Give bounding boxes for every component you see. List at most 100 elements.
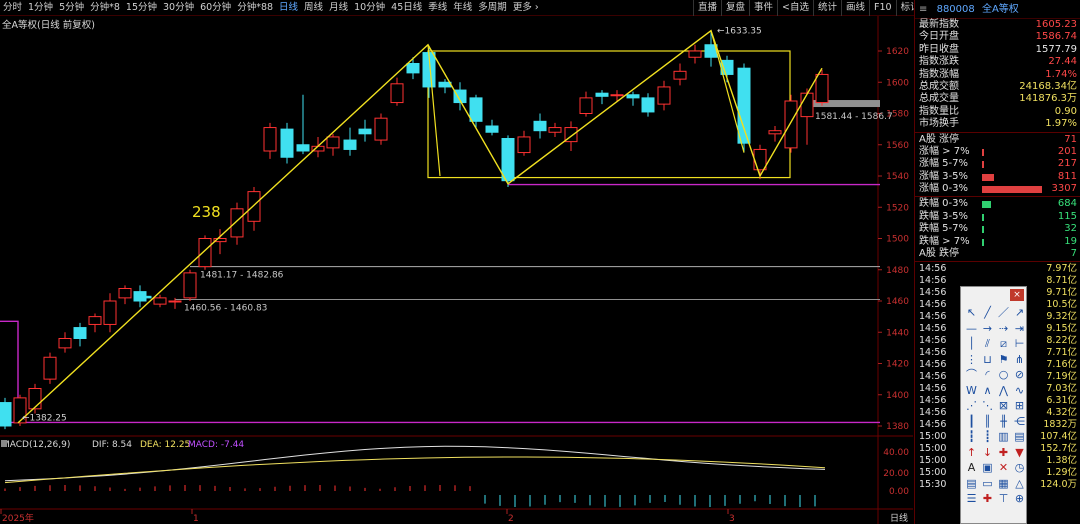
x-axis-label: 3 xyxy=(729,514,735,524)
candle-body xyxy=(43,356,57,380)
period-tab[interactable]: 60分钟 xyxy=(197,0,234,16)
period-tab[interactable]: 45日线 xyxy=(388,0,425,16)
grid-icon[interactable]: ⊞ xyxy=(1012,398,1027,413)
gann-icon[interactable]: ⋱ xyxy=(980,398,995,413)
fib-time-icon[interactable]: ╫ xyxy=(996,414,1011,429)
bars4-icon[interactable]: ▤ xyxy=(1012,429,1027,444)
note-icon[interactable]: ▤ xyxy=(964,476,979,491)
plus-icon[interactable]: ✚ xyxy=(980,491,995,506)
line-segment-icon[interactable]: ╱ xyxy=(980,305,995,320)
quote-value: 0.90 xyxy=(1054,105,1077,117)
kline-chart[interactable]: 1620160015801560154015201500148014601440… xyxy=(0,16,913,524)
period-tab[interactable]: 日线 xyxy=(276,0,301,16)
up-mark-icon[interactable]: ✚ xyxy=(996,445,1011,460)
period-tab[interactable]: 30分钟 xyxy=(160,0,197,16)
fib-icon[interactable]: ⋮ xyxy=(964,352,979,367)
wave4-icon[interactable]: ∿ xyxy=(1012,383,1027,398)
quote-row: 总成交额 24168.34亿 xyxy=(915,81,1080,93)
save-icon[interactable]: ▦ xyxy=(996,476,1011,491)
toolbar-button[interactable]: <自选 xyxy=(777,0,813,16)
delete-icon[interactable]: ✕ xyxy=(996,460,1011,475)
candle-body xyxy=(610,94,624,97)
toolbar-button[interactable]: 事件 xyxy=(749,0,777,16)
period-tab[interactable]: 分钟*8 xyxy=(87,0,123,16)
ruler-icon[interactable]: ⊤ xyxy=(996,491,1011,506)
hray-icon[interactable]: → xyxy=(980,321,995,336)
y-tick-label: 1520 xyxy=(886,203,909,213)
tick-amount: 152.7亿 xyxy=(1040,443,1077,455)
period-tab[interactable]: 5分钟 xyxy=(56,0,87,16)
speed-icon[interactable]: ⋲ xyxy=(1012,414,1027,429)
box-text-icon[interactable]: ▣ xyxy=(980,460,995,475)
quote-row: 今日开盘 1586.74 xyxy=(915,31,1080,43)
x-axis-label: 2025年 xyxy=(2,512,34,524)
menu-icon[interactable]: ≡ xyxy=(919,4,927,15)
period-tab[interactable]: 季线 xyxy=(425,0,450,16)
fan-icon[interactable]: ⋰ xyxy=(964,398,979,413)
spiral-icon[interactable]: ◜ xyxy=(980,367,995,382)
price-label-icon[interactable]: ◷ xyxy=(1012,460,1027,475)
bars-icon[interactable]: ┇ xyxy=(964,429,979,444)
flag-icon[interactable]: ⚑ xyxy=(996,352,1011,367)
breadth-label: 涨幅 > 7% xyxy=(919,145,970,157)
ellipse-icon[interactable]: ⊘ xyxy=(1012,367,1027,382)
down-mark-icon[interactable]: ▼ xyxy=(1012,445,1027,460)
macd-tick-label: 20.00 xyxy=(883,469,909,479)
vline-icon[interactable]: │ xyxy=(964,336,979,351)
gann-box-icon[interactable]: ⊠ xyxy=(996,398,1011,413)
price-line-icon[interactable]: ⊢ xyxy=(1012,336,1027,351)
arc-icon[interactable]: ⌒ xyxy=(964,367,979,382)
pitchfork-icon[interactable]: ⋔ xyxy=(1012,352,1027,367)
hline-label: 1581.44 - 1586.7 xyxy=(815,112,893,122)
toolbar-button[interactable]: 复盘 xyxy=(721,0,749,16)
period-tab[interactable]: 15分钟 xyxy=(123,0,160,16)
triangle-icon[interactable]: △ xyxy=(1012,476,1027,491)
cursor-icon[interactable]: ↖ xyxy=(964,305,979,320)
bars3-icon[interactable]: ▥ xyxy=(996,429,1011,444)
period-tab[interactable]: 年线 xyxy=(450,0,475,16)
wave2-icon[interactable]: ∧ xyxy=(980,383,995,398)
bracket-icon[interactable]: ⊔ xyxy=(980,352,995,367)
more-button[interactable]: 更多 › xyxy=(510,0,542,16)
close-icon[interactable]: × xyxy=(1010,289,1024,301)
toolbar-button[interactable]: 画线 xyxy=(841,0,869,16)
arrow-line-icon[interactable]: ⇢ xyxy=(996,321,1011,336)
line-icon[interactable]: ／ xyxy=(996,305,1011,320)
period-tab[interactable]: 月线 xyxy=(326,0,351,16)
rect-icon[interactable]: ▭ xyxy=(980,476,995,491)
lock-icon[interactable]: ⊕ xyxy=(1012,491,1027,506)
toolbar-button[interactable]: 统计 xyxy=(813,0,841,16)
tick-time: 14:56 xyxy=(919,287,947,299)
hline-icon[interactable]: — xyxy=(964,321,979,336)
breadth-row: 跌幅 > 7% 19 xyxy=(915,236,1080,248)
period-tab[interactable]: 分钟*88 xyxy=(234,0,276,16)
down-arrow-icon[interactable]: ↓ xyxy=(980,445,995,460)
channel-icon[interactable]: ⧄ xyxy=(996,336,1011,351)
period-icon[interactable]: ┃ xyxy=(964,414,979,429)
up-arrow-icon[interactable]: ↑ xyxy=(964,445,979,460)
cycle-icon[interactable]: ║ xyxy=(980,414,995,429)
list-icon[interactable]: ☰ xyxy=(964,491,979,506)
breadth-down: 跌幅 0-3% 684 跌幅 3-5% 115 跌幅 5-7% 32 跌幅 > 7% 19 A股… xyxy=(915,198,1080,260)
quote-label: 市场换手 xyxy=(919,118,959,130)
period-tab[interactable]: 周线 xyxy=(301,0,326,16)
y-tick-label: 1460 xyxy=(886,297,909,307)
measure-icon[interactable]: ⇥ xyxy=(1012,321,1027,336)
parallel-icon[interactable]: ⫽ xyxy=(980,336,995,351)
wave-icon[interactable]: W xyxy=(964,383,979,398)
wave3-icon[interactable]: ⋀ xyxy=(996,383,1011,398)
tick-amount: 7.03亿 xyxy=(1046,383,1077,395)
ray-icon[interactable]: ↗ xyxy=(1012,305,1027,320)
candle-body xyxy=(533,120,547,132)
toolbar-button[interactable]: 直播 xyxy=(693,0,721,16)
period-tab[interactable]: 分时 xyxy=(0,0,25,16)
candle-body xyxy=(641,97,655,113)
period-tab[interactable]: 1分钟 xyxy=(25,0,56,16)
toolbar-button[interactable]: F10 xyxy=(869,0,896,16)
bars2-icon[interactable]: ┋ xyxy=(980,429,995,444)
circle-icon[interactable]: ○ xyxy=(996,367,1011,382)
text-icon[interactable]: A xyxy=(964,460,979,475)
tick-time: 14:56 xyxy=(919,371,947,383)
period-tab[interactable]: 多周期 xyxy=(475,0,510,16)
period-tab[interactable]: 10分钟 xyxy=(351,0,388,16)
